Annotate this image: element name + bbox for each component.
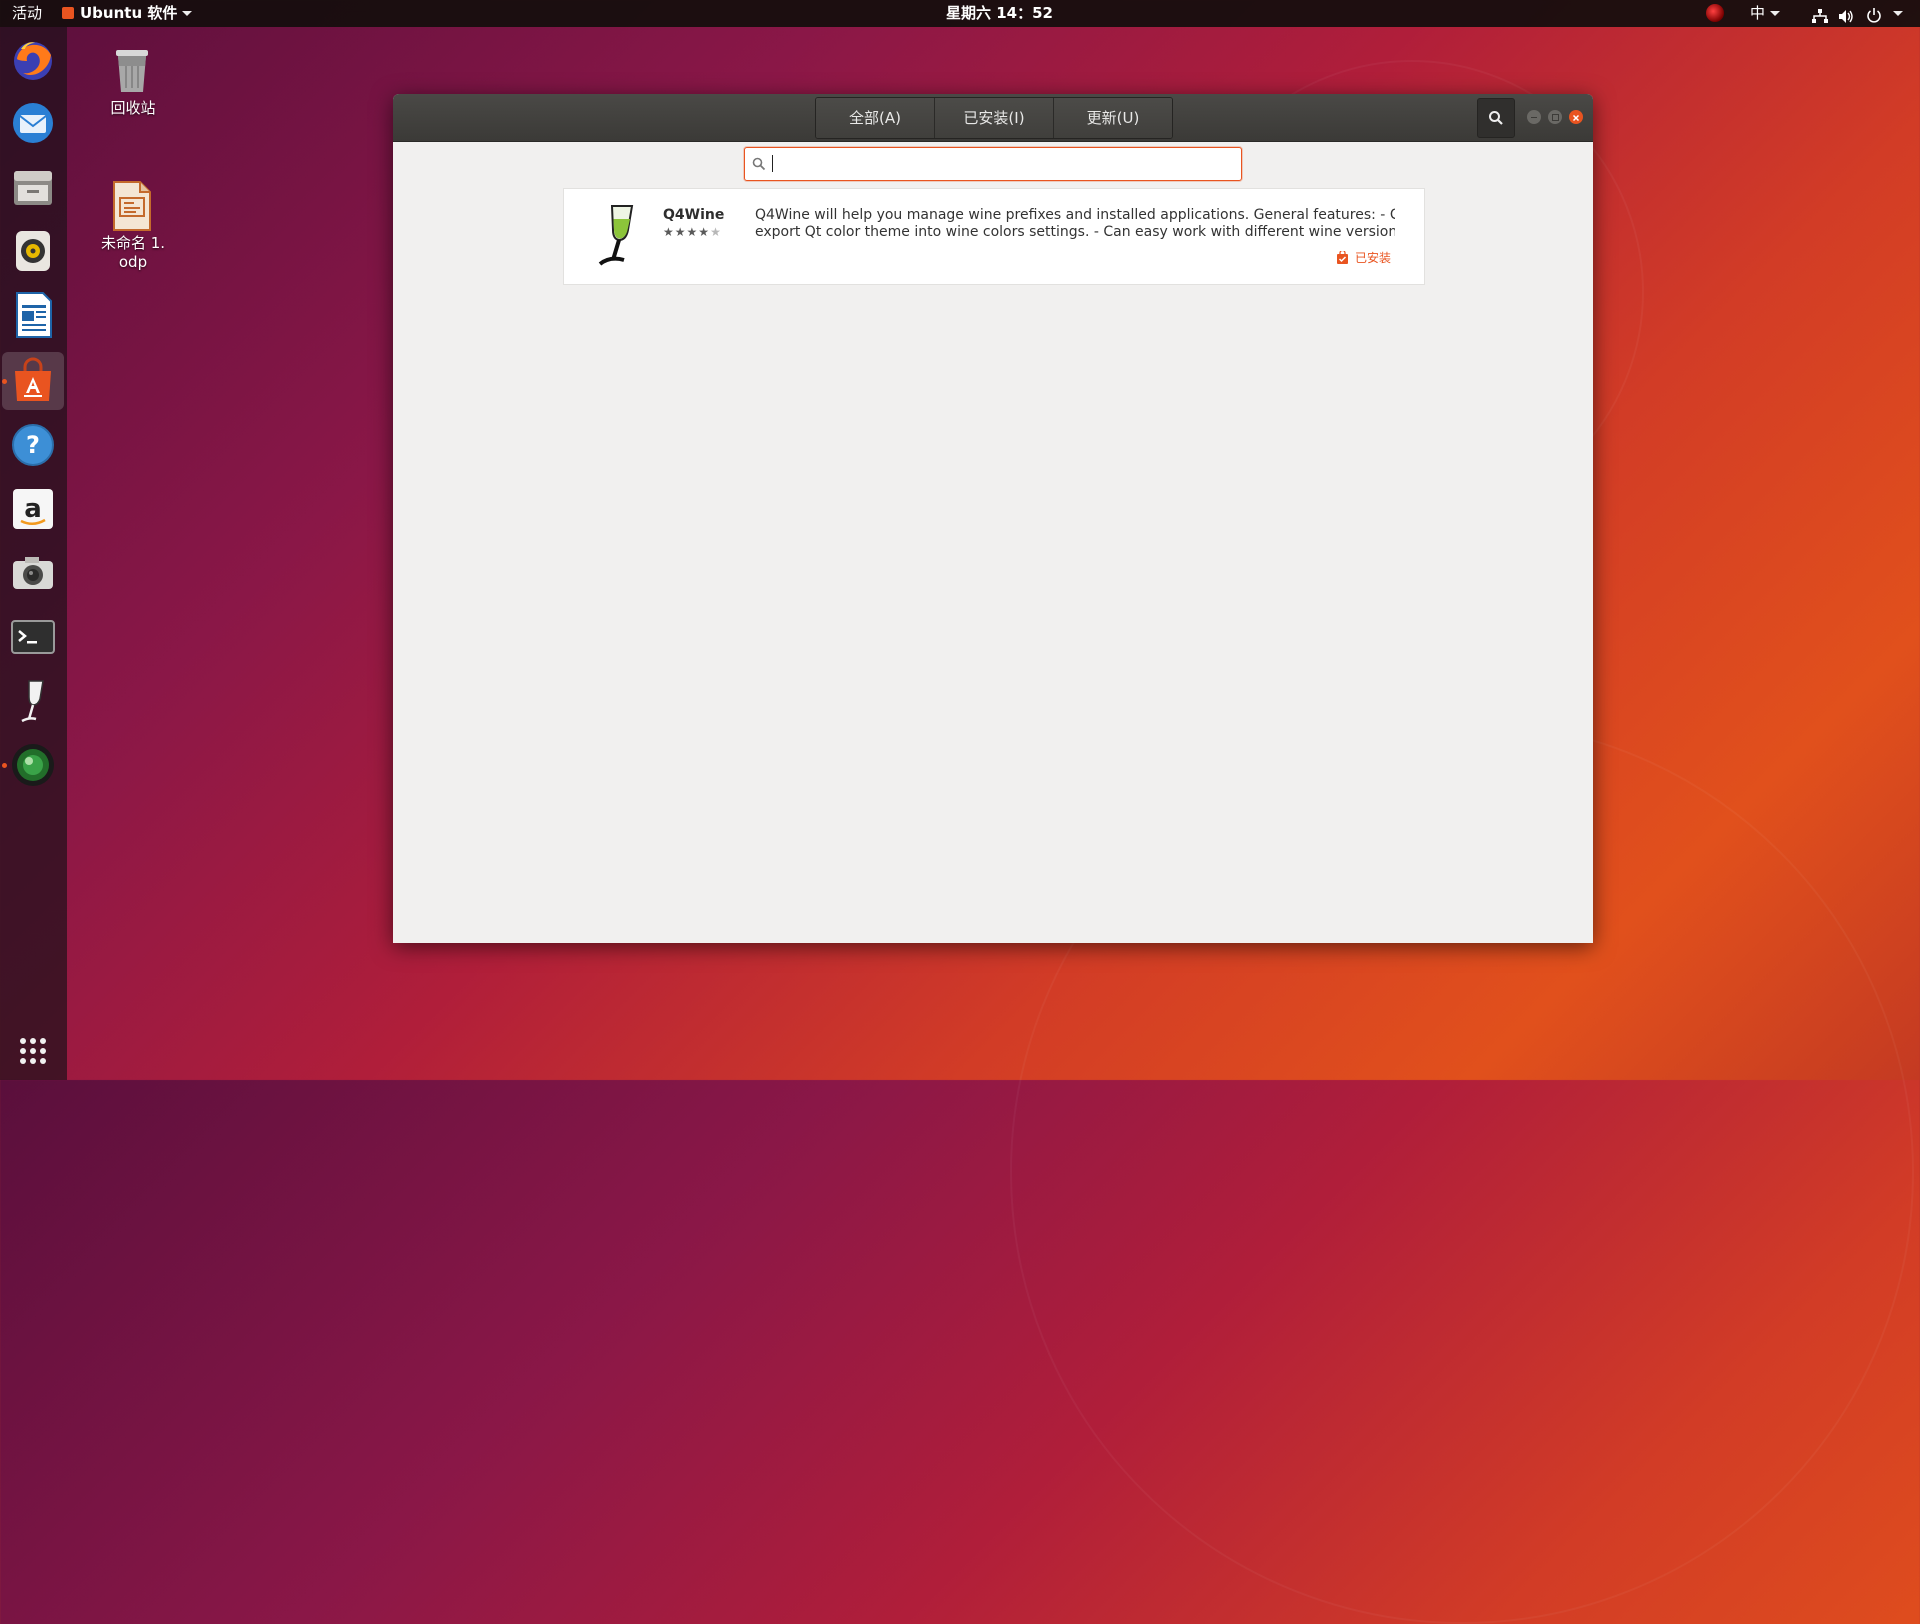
chevron-down-icon [1770, 11, 1781, 16]
star-filled-icon: ★ [674, 225, 687, 239]
firefox-icon[interactable] [9, 35, 57, 83]
search-toggle-button[interactable] [1477, 98, 1515, 138]
app-menu[interactable]: Ubuntu 软件 [62, 0, 193, 27]
star-filled-icon: ★ [698, 225, 711, 239]
trash-label: 回收站 [110, 99, 156, 117]
chevron-down-icon [182, 11, 193, 16]
app-description: Q4Wine will help you manage wine prefixe… [755, 207, 1395, 241]
search-input[interactable] [769, 149, 1233, 179]
input-method-menu[interactable]: 中 [1750, 0, 1781, 27]
installed-badge: 已安装 [1336, 249, 1391, 266]
trash-icon[interactable] [108, 44, 156, 96]
app-menu-label: Ubuntu 软件 [80, 4, 178, 22]
description-line: export Qt color theme into wine colors s… [755, 224, 1395, 240]
rhythmbox-icon[interactable] [9, 227, 57, 275]
odp-file-label: 未命名 1. odp [100, 234, 166, 271]
wine-icon[interactable] [9, 677, 57, 725]
chevron-down-icon [1893, 11, 1903, 16]
star-filled-icon: ★ [686, 225, 699, 239]
top-bar: 活动 Ubuntu 软件 星期六 14：52 中 [0, 0, 1920, 27]
odp-file-icon[interactable] [108, 180, 156, 232]
thunderbird-icon[interactable] [9, 99, 57, 147]
dock: ? a [0, 27, 67, 1080]
tab-installed[interactable]: 已安装(I) [935, 98, 1054, 138]
installed-label: 已安装 [1355, 251, 1392, 265]
camera-icon[interactable] [9, 549, 57, 597]
tab-updates[interactable]: 更新(U) [1054, 98, 1172, 138]
description-line: Q4Wine will help you manage wine prefixe… [755, 207, 1395, 223]
app-result-row[interactable]: Q4Wine ★★★★★ Q4Wine will help you manage… [563, 188, 1425, 285]
writer-icon[interactable] [9, 291, 57, 339]
text-cursor [772, 155, 773, 172]
search-icon [1489, 111, 1503, 125]
help-icon[interactable]: ? [9, 421, 57, 469]
power-icon[interactable] [1866, 5, 1882, 32]
rating-stars: ★★★★★ [663, 225, 722, 239]
running-indicator [2, 763, 7, 768]
webcam-icon[interactable] [9, 741, 57, 789]
record-indicator-icon[interactable] [1706, 4, 1724, 22]
tab-all[interactable]: 全部(A) [816, 98, 935, 138]
software-small-icon [62, 7, 74, 19]
installed-check-icon [1337, 250, 1348, 264]
q4wine-icon [594, 202, 640, 268]
clock[interactable]: 星期六 14：52 [946, 0, 1053, 27]
system-menu-chevron[interactable] [1888, 0, 1903, 27]
star-empty-icon: ★ [710, 225, 722, 239]
close-icon [1572, 114, 1580, 122]
search-bar [744, 147, 1242, 181]
app-name: Q4Wine [663, 207, 725, 223]
software-icon[interactable] [9, 357, 57, 405]
running-indicator [2, 379, 7, 384]
terminal-icon[interactable] [9, 613, 57, 661]
star-filled-icon: ★ [663, 225, 675, 239]
view-switcher: 全部(A) 已安装(I) 更新(U) [815, 97, 1173, 139]
files-icon[interactable] [9, 163, 57, 211]
amazon-icon[interactable]: a [9, 485, 57, 533]
svg-text:?: ? [26, 431, 40, 459]
close-button[interactable] [1569, 110, 1583, 124]
input-method-label: 中 [1750, 4, 1766, 22]
svg-text:a: a [24, 494, 42, 524]
network-icon[interactable] [1812, 6, 1828, 33]
maximize-button[interactable] [1548, 110, 1562, 124]
minimize-button[interactable] [1527, 110, 1541, 124]
show-applications-icon[interactable] [9, 1027, 57, 1075]
volume-icon[interactable] [1838, 6, 1854, 33]
software-window: 全部(A) 已安装(I) 更新(U) Q4Wine ★★★★★ Q4Wine w… [393, 94, 1593, 943]
search-icon [752, 157, 766, 171]
activities-button[interactable]: 活动 [12, 0, 42, 27]
headerbar: 全部(A) 已安装(I) 更新(U) [393, 94, 1593, 142]
